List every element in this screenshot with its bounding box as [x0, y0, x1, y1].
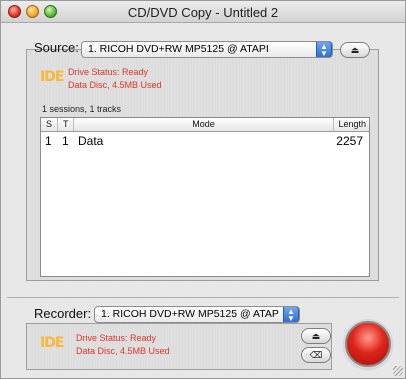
- column-header-track[interactable]: T: [58, 118, 74, 131]
- source-drive-value: 1. RICOH DVD+RW MP5125 @ ATAPI: [88, 43, 269, 55]
- recorder-eject-button[interactable]: ⏏: [301, 328, 331, 344]
- source-status: Drive Status: Ready Data Disc, 4.5MB Use…: [68, 66, 162, 92]
- eject-icon: ⏏: [311, 331, 321, 341]
- column-header-length[interactable]: Length: [334, 118, 369, 131]
- window-title: CD/DVD Copy - Untitled 2: [127, 5, 279, 20]
- source-disc-info: Data Disc, 4.5MB Used: [68, 80, 162, 90]
- erase-icon: ⌫: [309, 350, 323, 360]
- popup-arrows-icon: ▲ ▼: [316, 42, 332, 57]
- column-header-session[interactable]: S: [41, 118, 58, 131]
- popup-arrows-icon: ▲ ▼: [283, 307, 299, 322]
- sessions-summary: 1 sessions, 1 tracks: [42, 104, 122, 114]
- erase-button[interactable]: ⌫: [301, 347, 331, 363]
- resize-grip[interactable]: [393, 366, 403, 376]
- recorder-drive-status: Drive Status: Ready: [76, 333, 157, 343]
- column-header-mode[interactable]: Mode: [74, 118, 334, 131]
- mode-cell: Data: [78, 134, 104, 148]
- source-ide-icon: IDE: [40, 69, 64, 85]
- recorder-group: [26, 323, 332, 370]
- source-eject-button[interactable]: ⏏: [340, 42, 370, 58]
- title-bar: CD/DVD Copy - Untitled 2: [1, 1, 405, 23]
- section-divider: [7, 297, 399, 298]
- eject-icon: ⏏: [350, 45, 360, 55]
- source-label: Source:: [34, 40, 79, 55]
- recorder-label: Recorder:: [34, 306, 92, 321]
- app-window: CD/DVD Copy - Untitled 2 Source: 1. RICO…: [0, 0, 406, 379]
- source-drive-status: Drive Status: Ready: [68, 67, 149, 77]
- record-button[interactable]: [345, 321, 391, 367]
- recorder-drive-select[interactable]: 1. RICOH DVD+RW MP5125 @ ATAP ▲ ▼: [94, 306, 300, 323]
- length-cell: 2257: [336, 134, 363, 148]
- tracks-table[interactable]: S T Mode Length 1 1 Data 2257: [40, 117, 370, 277]
- recorder-disc-info: Data Disc, 4.5MB Used: [76, 346, 170, 356]
- recorder-ide-icon: IDE: [40, 335, 64, 351]
- recorder-status: Drive Status: Ready Data Disc, 4.5MB Use…: [76, 332, 170, 358]
- table-row[interactable]: 1 1 Data 2257: [41, 133, 369, 149]
- recorder-drive-value: 1. RICOH DVD+RW MP5125 @ ATAP: [101, 308, 279, 320]
- table-header: S T Mode Length: [41, 118, 369, 132]
- track-cell: 1: [62, 134, 69, 148]
- session-cell: 1: [45, 134, 52, 148]
- source-drive-select[interactable]: 1. RICOH DVD+RW MP5125 @ ATAPI ▲ ▼: [81, 41, 333, 58]
